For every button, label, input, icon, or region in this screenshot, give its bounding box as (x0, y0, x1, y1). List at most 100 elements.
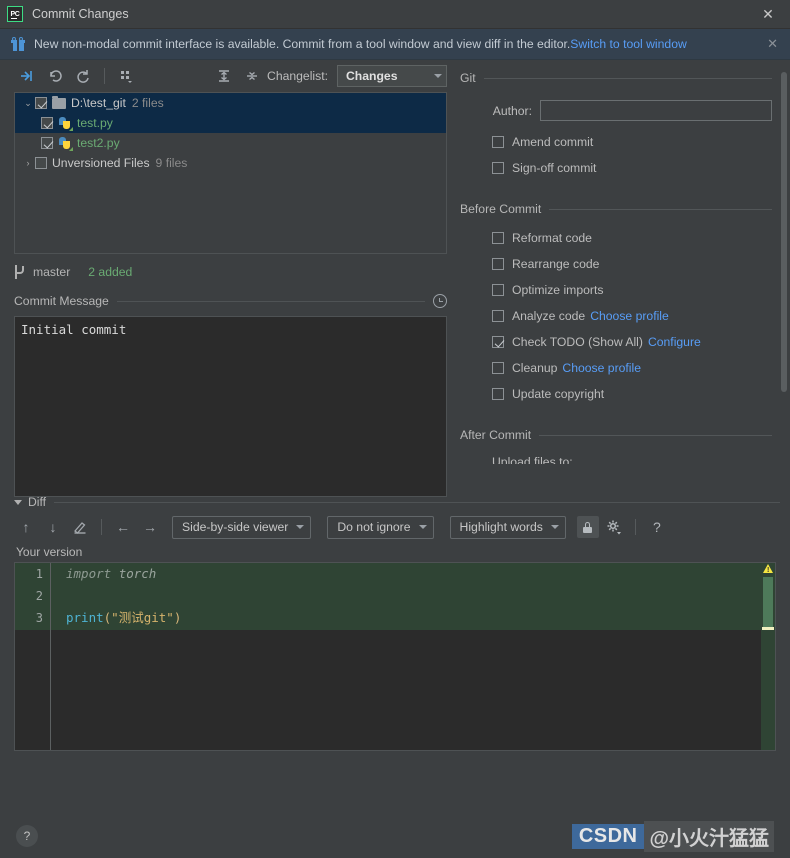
diff-help-button[interactable]: ? (645, 515, 669, 539)
lock-button[interactable] (576, 516, 599, 538)
python-file-icon (58, 116, 73, 131)
analyze-code-checkbox[interactable]: Analyze code Choose profile (460, 303, 772, 329)
option-label: Analyze code (512, 309, 586, 323)
diff-section: Diff ↑ ↓ ← → Side-by-side viewer Do not … (0, 492, 790, 751)
python-file-icon (58, 136, 73, 151)
check-todo-checkbox[interactable]: Check TODO (Show All) Configure (460, 329, 772, 355)
highlight-mode-combobox[interactable]: Highlight words (449, 515, 566, 539)
apply-left-icon[interactable]: ← (111, 515, 135, 539)
author-field[interactable] (540, 100, 772, 121)
previous-difference-icon[interactable]: ↑ (14, 515, 38, 539)
stripe-marker[interactable] (762, 627, 774, 630)
tree-row-checkbox[interactable] (35, 97, 47, 109)
toolbar-separator (634, 519, 636, 535)
tree-row-label: test.py (77, 116, 113, 130)
group-by-icon[interactable] (113, 64, 139, 88)
group-divider (549, 208, 772, 210)
git-options-panel: Git Author: Amend commit Sign-off commit… (455, 60, 790, 496)
sign-off-commit-checkbox[interactable]: Sign-off commit (460, 155, 772, 181)
clock-icon[interactable] (433, 294, 447, 308)
update-copyright-checkbox[interactable]: Update copyright (460, 381, 772, 407)
switch-to-tool-window-link[interactable]: Switch to tool window (570, 37, 687, 51)
tree-row-checkbox[interactable] (41, 137, 53, 149)
diff-settings-button[interactable] (602, 515, 626, 539)
pycharm-icon: PC (7, 6, 23, 22)
banner-text: New non-modal commit interface is availa… (34, 37, 571, 51)
window-close-button[interactable]: ✕ (746, 0, 790, 29)
refresh-icon[interactable] (70, 64, 96, 88)
revert-icon[interactable] (42, 64, 68, 88)
commit-message-header: Commit Message (0, 290, 455, 312)
collapse-all-icon[interactable] (239, 64, 265, 88)
checkbox-box[interactable] (492, 388, 504, 400)
expand-all-icon[interactable] (211, 64, 237, 88)
git-group-label: Git (460, 71, 476, 85)
diff-error-stripe[interactable]: ! (761, 563, 775, 750)
dialog-footer: ? CSDN @小火汁猛猛 (0, 814, 790, 858)
configure-link[interactable]: Configure (648, 335, 701, 349)
watermark-user: @小火汁猛猛 (644, 820, 774, 852)
scrollbar-thumb[interactable] (763, 577, 773, 629)
rearrange-code-checkbox[interactable]: Rearrange code (460, 251, 772, 277)
commit-message-input[interactable]: Initial commit (14, 316, 447, 497)
after-commit-group-header: After Commit (460, 425, 772, 445)
changelist-combobox[interactable]: Changes (337, 65, 447, 87)
checkbox-box[interactable] (492, 136, 504, 148)
amend-commit-checkbox[interactable]: Amend commit (460, 129, 772, 155)
before-commit-group-label: Before Commit (460, 202, 542, 216)
watermark: CSDN @小火汁猛猛 (571, 820, 774, 852)
chevron-down-icon[interactable]: ⌄ (21, 98, 35, 109)
option-label: Reformat code (512, 231, 592, 245)
diff-section-header[interactable]: Diff (0, 492, 790, 512)
checkbox-box[interactable] (492, 310, 504, 322)
show-diff-icon[interactable] (14, 64, 40, 88)
next-difference-icon[interactable]: ↓ (41, 515, 65, 539)
choose-profile-link[interactable]: Choose profile (590, 309, 669, 323)
changelist-label: Changelist: (267, 69, 328, 83)
cleanup-checkbox[interactable]: Cleanup Choose profile (460, 355, 772, 381)
window-titlebar: PC Commit Changes ✕ (0, 0, 790, 29)
chevron-right-icon[interactable]: › (21, 158, 35, 168)
diff-editor[interactable]: 1 2 3 import torch print("测试git") ! (14, 562, 776, 751)
option-label: Optimize imports (512, 283, 604, 297)
header-divider (116, 300, 425, 302)
whitespace-mode-combobox[interactable]: Do not ignore (327, 515, 434, 539)
help-button[interactable]: ? (16, 825, 38, 847)
reformat-code-checkbox[interactable]: Reformat code (460, 225, 772, 251)
collapse-triangle-icon[interactable] (14, 499, 22, 505)
upload-files-to-label: Upload files to: (492, 455, 573, 464)
changes-file-tree[interactable]: ⌄ D:\test_git 2 files test.py test2.py ›… (14, 92, 447, 254)
tree-row-checkbox[interactable] (35, 157, 47, 169)
line-number: 1 (35, 567, 43, 581)
checkbox-box[interactable] (492, 362, 504, 374)
warning-glyph: ! (767, 567, 770, 574)
viewer-mode-combobox[interactable]: Side-by-side viewer (172, 515, 312, 539)
group-divider (483, 77, 772, 79)
tree-row[interactable]: test2.py (15, 133, 446, 153)
choose-profile-link[interactable]: Choose profile (562, 361, 641, 375)
notification-banner: New non-modal commit interface is availa… (0, 29, 790, 60)
branch-name: master (33, 265, 71, 279)
tree-row-checkbox[interactable] (41, 117, 53, 129)
checkbox-box[interactable] (492, 162, 504, 174)
checkbox-box[interactable] (492, 284, 504, 296)
tree-row[interactable]: test.py (15, 113, 446, 133)
toolbar-separator (101, 519, 102, 535)
viewer-mode-value: Side-by-side viewer (182, 520, 289, 534)
diff-code-content[interactable]: import torch print("测试git") (52, 563, 761, 629)
lock-icon (583, 521, 593, 533)
after-commit-group-label: After Commit (460, 428, 532, 442)
checkbox-box[interactable] (492, 232, 504, 244)
git-panel-scrollbar[interactable] (781, 72, 787, 392)
apply-right-icon[interactable]: → (138, 515, 162, 539)
watermark-brand: CSDN (571, 823, 645, 849)
tree-row[interactable]: › Unversioned Files 9 files (15, 153, 446, 173)
annotate-icon[interactable] (68, 515, 92, 539)
banner-close-button[interactable]: ✕ (763, 36, 782, 52)
author-label: Author: (492, 103, 532, 118)
checkbox-box[interactable] (492, 336, 504, 348)
optimize-imports-checkbox[interactable]: Optimize imports (460, 277, 772, 303)
checkbox-box[interactable] (492, 258, 504, 270)
tree-row[interactable]: ⌄ D:\test_git 2 files (15, 93, 446, 113)
